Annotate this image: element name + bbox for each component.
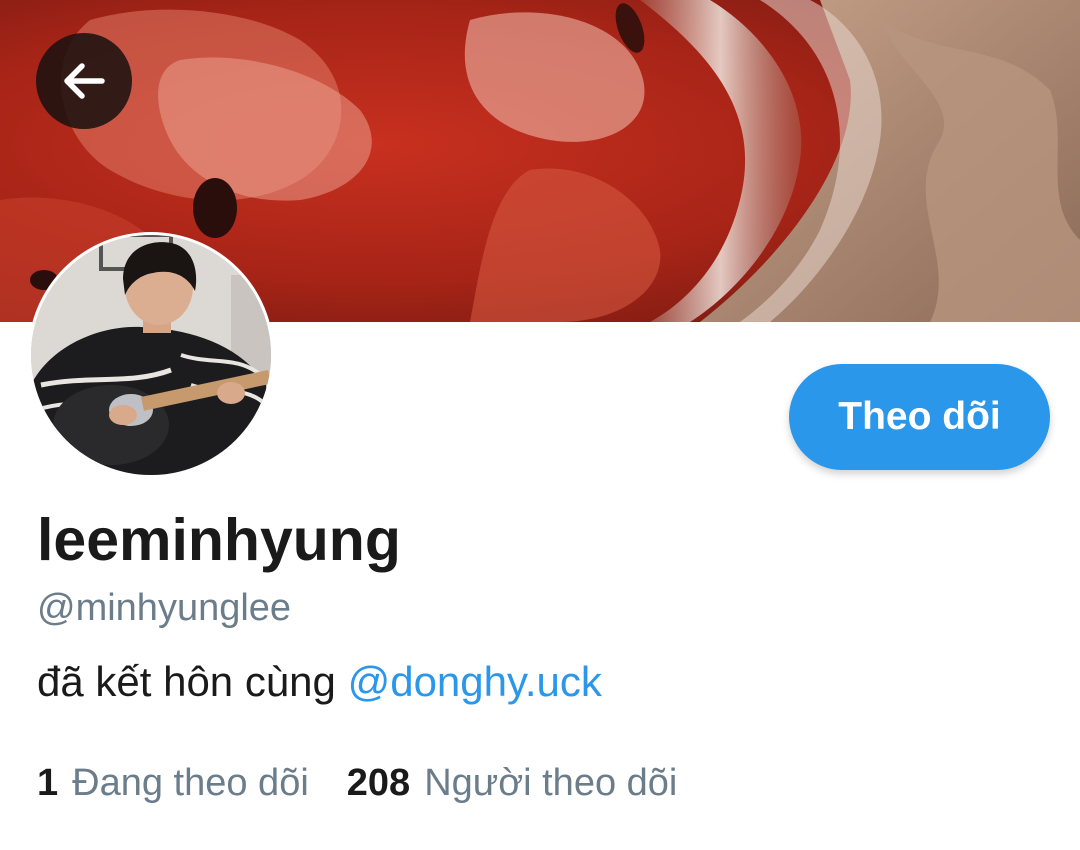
profile-avatar[interactable] <box>28 232 274 478</box>
followers-stat[interactable]: 208 Người theo dõi <box>347 762 678 805</box>
avatar-guitar-photo <box>31 235 271 475</box>
profile-stats: 1 Đang theo dõi 208 Người theo dõi <box>37 762 677 805</box>
following-count: 1 <box>37 762 59 804</box>
back-button[interactable] <box>36 33 132 129</box>
followers-label: Người theo dõi <box>424 762 678 804</box>
arrow-left-icon <box>64 63 105 99</box>
profile-bio: đã kết hôn cùng @donghy.uck <box>37 658 602 706</box>
bio-mention-link[interactable]: @donghy.uck <box>348 658 602 705</box>
bio-text: đã kết hôn cùng <box>37 658 348 705</box>
profile-screen: Theo dõi leeminhyung @minhyunglee đã kết… <box>0 0 1080 850</box>
profile-handle: @minhyunglee <box>37 587 292 629</box>
follow-button[interactable]: Theo dõi <box>789 364 1050 470</box>
avatar-photo <box>31 235 271 475</box>
following-label: Đang theo dõi <box>72 762 309 804</box>
followers-count: 208 <box>346 762 411 804</box>
profile-display-name: leeminhyung <box>37 507 401 573</box>
following-stat[interactable]: 1 Đang theo dõi <box>37 762 309 805</box>
